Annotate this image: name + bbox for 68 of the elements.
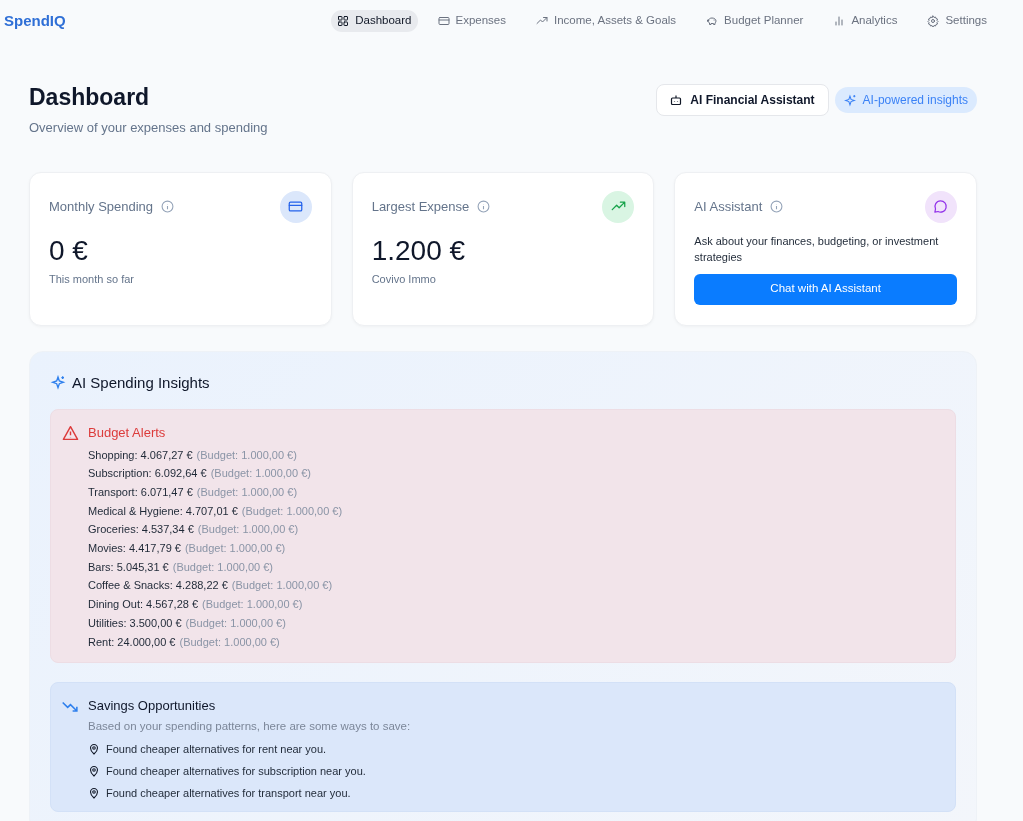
page-subtitle: Overview of your expenses and spending [29, 119, 268, 137]
card-title: Monthly Spending [49, 197, 154, 216]
nav-tab[interactable]: Settings [917, 10, 997, 32]
nav-tab[interactable]: Income, Assets & Goals [526, 10, 687, 32]
savings-item: Found cheaper alternatives for subscription near you. [106, 763, 366, 779]
alert-budget: (Budget: 1.000,00 €) [197, 522, 299, 538]
settings-icon [927, 15, 940, 27]
alert-amount: Shopping: 4.067,27 € [88, 447, 193, 463]
insights-title: AI Spending Insights [72, 372, 210, 393]
trend-down-icon [62, 700, 79, 712]
ai-badge: AI-powered insights [834, 87, 977, 113]
robot-icon [670, 94, 683, 106]
alert-budget: (Budget: 1.000,00 €) [241, 503, 343, 519]
location-pin-icon [88, 743, 100, 755]
alert-amount: Transport: 6.071,47 € [88, 484, 193, 500]
info-icon[interactable] [770, 200, 784, 213]
credit-card-icon [288, 199, 304, 214]
stat-value: 0 € [49, 233, 89, 268]
piggy-bank-icon [706, 15, 719, 27]
alert-budget: (Budget: 1.000,00 €) [185, 615, 286, 631]
stat-caption: Covivo Immo [371, 271, 437, 287]
info-icon[interactable] [477, 200, 491, 213]
alert-budget: (Budget: 1.000,00 €) [196, 447, 297, 463]
info-icon[interactable] [161, 200, 175, 213]
alert-amount: Groceries: 4.537,34 € [88, 522, 194, 538]
alert-budget: (Budget: 1.000,00 €) [184, 541, 286, 556]
alert-budget: (Budget: 1.000,00 €) [179, 634, 280, 650]
assistant-button[interactable]: AI Financial Assistant [656, 84, 829, 116]
alert-amount: Dining Out: 4.567,28 € [88, 597, 199, 613]
card-title: Largest Expense [371, 197, 470, 216]
alert-budget: (Budget: 1.000,00 €) [202, 597, 303, 613]
nav-tab[interactable]: Dashboard [331, 10, 418, 32]
sparkle-icon [50, 374, 66, 391]
trend-up-icon [536, 15, 548, 27]
warning-icon [62, 424, 79, 441]
location-pin-icon [88, 787, 100, 799]
assistant-description: Ask about your finances, budgeting, or investment strategies [694, 233, 940, 265]
credit-card-icon [437, 15, 450, 27]
page-title: Dashboard [29, 83, 151, 112]
alert-budget: (Budget: 1.000,00 €) [196, 484, 298, 500]
nav-tab[interactable]: Expenses [427, 10, 516, 32]
alert-amount: Coffee & Snacks: 4.288,22 € [88, 578, 228, 594]
grid-icon [337, 15, 350, 27]
location-pin-icon [88, 765, 100, 777]
nav-tab[interactable]: Analytics [823, 10, 908, 32]
alerts-title: Budget Alerts [88, 424, 166, 442]
savings-item: Found cheaper alternatives for transport near you. [106, 785, 351, 801]
savings-title: Savings Opportunities [88, 697, 216, 716]
sparkle-icon [843, 93, 857, 107]
alert-budget: (Budget: 1.000,00 €) [231, 578, 333, 594]
nav-tab[interactable]: Budget Planner [696, 10, 814, 32]
card-title: AI Assistant [694, 197, 763, 216]
alert-amount: Bars: 5.045,31 € [88, 559, 169, 575]
alert-amount: Medical & Hygiene: 4.707,01 € [88, 503, 238, 519]
savings-intro: Based on your spending patterns, here are some ways to save: [87, 718, 412, 734]
alert-budget: (Budget: 1.000,00 €) [172, 559, 274, 575]
chat-bubble-icon [933, 199, 949, 214]
alert-amount: Utilities: 3.500,00 € [88, 615, 182, 631]
stat-value: 1.200 € [371, 233, 467, 268]
chat-button[interactable]: Chat with AI Assistant [694, 273, 957, 305]
savings-item: Found cheaper alternatives for rent near you. [106, 741, 327, 757]
alert-amount: Movies: 4.417,79 € [88, 541, 181, 556]
bar-chart-icon [833, 15, 846, 27]
alert-amount: Subscription: 6.092,64 € [88, 466, 207, 482]
stat-caption: This month so far [49, 271, 135, 287]
alert-budget: (Budget: 1.000,00 €) [210, 466, 311, 482]
brand-logo[interactable]: SpendIQ [4, 9, 66, 33]
alert-amount: Rent: 24.000,00 € [88, 634, 176, 650]
